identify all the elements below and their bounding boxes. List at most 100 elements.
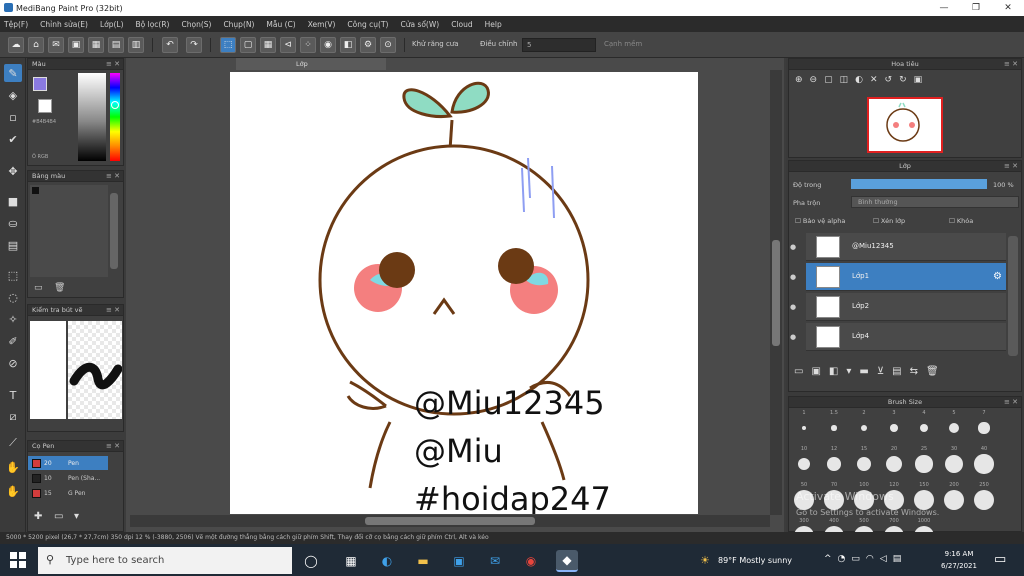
lasso-tool-icon[interactable]: ◌: [4, 288, 22, 306]
brush-size-dot[interactable]: [978, 422, 990, 434]
minimize-button[interactable]: —: [928, 0, 960, 16]
brush-size-menu-icon[interactable]: ≡ ✕: [1004, 397, 1018, 408]
menu-edit[interactable]: Chỉnh sửa(E): [40, 20, 88, 29]
flip-icon[interactable]: ◐: [855, 75, 870, 85]
layer-visibility-icon[interactable]: ●: [790, 333, 796, 341]
brush-name[interactable]: G Pen: [68, 490, 85, 497]
brush-list-menu-icon[interactable]: ≡ ✕: [106, 441, 120, 452]
clipping-checkbox[interactable]: ☐ Xén lớp: [873, 217, 905, 225]
brush-size-dot[interactable]: [890, 424, 898, 432]
layer-row[interactable]: @Miu12345: [806, 233, 1006, 261]
layer-row-selected[interactable]: Lớp1 ⚙: [806, 263, 1006, 291]
tray-network-icon[interactable]: ◔: [838, 554, 852, 564]
notification-icon[interactable]: ▭: [994, 552, 1006, 567]
delete-palette-icon[interactable]: 🗑: [54, 283, 65, 293]
menu-layer[interactable]: Lớp(L): [100, 20, 124, 29]
medibang-taskbar-icon[interactable]: ◆: [556, 550, 578, 572]
palette-menu-icon[interactable]: ≡ ✕: [106, 171, 120, 182]
tray-battery-icon[interactable]: ▭: [851, 554, 866, 564]
close-button[interactable]: ✕: [992, 0, 1024, 16]
tray-wifi-icon[interactable]: ◠: [866, 554, 880, 564]
actual-size-icon[interactable]: ◫: [840, 75, 856, 85]
tray-volume-icon[interactable]: ◁: [880, 554, 893, 564]
brush-name[interactable]: Pen (Sha...: [68, 475, 100, 482]
fill-rect-tool-icon[interactable]: ■: [4, 192, 22, 210]
menu-view[interactable]: Xem(V): [308, 20, 336, 29]
brush-name[interactable]: Pen: [68, 460, 79, 467]
hue-slider[interactable]: [110, 73, 120, 161]
circle-icon[interactable]: ◉: [320, 37, 336, 53]
menu-select[interactable]: Chọn(S): [181, 20, 211, 29]
rotate-left-icon[interactable]: ↺: [885, 75, 900, 85]
select-rect-icon[interactable]: ⬚: [220, 37, 236, 53]
gear-icon[interactable]: ⚙: [360, 37, 376, 53]
hand-tool-icon[interactable]: ✋: [4, 458, 22, 476]
select-pen-icon[interactable]: ✐: [4, 332, 22, 350]
menu-pattern[interactable]: Mẫu (C): [266, 20, 295, 29]
menu-window[interactable]: Cửa sổ(W): [400, 20, 439, 29]
rotate-reset-icon[interactable]: ✕: [870, 75, 885, 85]
select-all-icon[interactable]: ▢: [240, 37, 256, 53]
zoom-tool-icon[interactable]: ✋: [4, 482, 22, 500]
chrome-icon[interactable]: ◉: [520, 550, 542, 572]
layer-settings-icon[interactable]: ⚙: [993, 271, 1002, 282]
layer-visibility-icon[interactable]: ●: [790, 273, 796, 281]
select-eraser-icon[interactable]: ⊘: [4, 354, 22, 372]
menu-filter[interactable]: Bộ lọc(R): [136, 20, 170, 29]
menu-help[interactable]: Help: [485, 20, 502, 29]
rotate-right-icon[interactable]: ↻: [899, 75, 914, 85]
edge-icon[interactable]: ◐: [376, 550, 398, 572]
tray-chevron-icon[interactable]: ^: [824, 554, 838, 564]
panel-menu-icon[interactable]: ≡ ✕: [106, 59, 120, 70]
tray-keyboard-icon[interactable]: ▤: [893, 554, 908, 564]
duplicate-layer-icon[interactable]: ◧: [829, 366, 846, 377]
mail-icon[interactable]: ✉: [484, 550, 506, 572]
layer-visibility-icon[interactable]: ●: [790, 243, 796, 251]
file-explorer-icon[interactable]: ▬: [412, 550, 434, 572]
clock-date[interactable]: 6/27/2021: [938, 562, 980, 570]
divide-tool-icon[interactable]: ⧄: [4, 408, 22, 426]
image-icon[interactable]: ▣: [68, 37, 84, 53]
eyedropper-tool-icon[interactable]: ⟋: [4, 434, 22, 452]
bucket-tool-icon[interactable]: ⛀: [4, 214, 22, 232]
layout-icon[interactable]: ▤: [108, 37, 124, 53]
settings-icon[interactable]: ⊙: [380, 37, 396, 53]
select-tool-icon[interactable]: ⬚: [4, 266, 22, 284]
opacity-slider[interactable]: [851, 179, 987, 189]
eraser-tool-icon[interactable]: ◈: [4, 86, 22, 104]
saturation-picker[interactable]: [78, 73, 106, 161]
widgets-icon[interactable]: ▦: [340, 550, 362, 572]
menu-tools[interactable]: Công cụ(T): [347, 20, 388, 29]
blend-select[interactable]: Bình thường: [851, 196, 1019, 208]
transform-icon[interactable]: ⊲: [280, 37, 296, 53]
menu-snap[interactable]: Chụp(N): [223, 20, 254, 29]
home-icon[interactable]: ⌂: [28, 37, 44, 53]
dots-icon[interactable]: ⁘: [300, 37, 316, 53]
palette-swatches[interactable]: [30, 185, 108, 277]
horizontal-scroll-thumb[interactable]: [365, 517, 535, 525]
text-tool-icon[interactable]: T: [4, 386, 22, 404]
layer-type-icon[interactable]: ▾: [846, 366, 859, 377]
weather-text[interactable]: 89°F Mostly sunny: [718, 556, 792, 565]
brush-size-dot[interactable]: [914, 490, 934, 510]
layer-row[interactable]: Lớp2: [806, 293, 1006, 321]
delete-layer-icon[interactable]: 🗑: [926, 366, 947, 377]
brush-size-dot[interactable]: [915, 455, 933, 473]
brush-settings-icon[interactable]: ▾: [74, 511, 79, 522]
add-brush-icon[interactable]: ✚: [34, 511, 42, 522]
layer-visibility-icon[interactable]: ●: [790, 303, 796, 311]
protect-alpha-checkbox[interactable]: ☐ Bảo vệ alpha: [795, 217, 845, 225]
document-tab[interactable]: Lớp: [236, 58, 386, 70]
antialias-checkbox-label[interactable]: Khử răng cưa: [412, 40, 459, 48]
zoom-out-icon[interactable]: ⊖: [810, 75, 825, 85]
brush-size-dot[interactable]: [974, 454, 994, 474]
brush-size-dot[interactable]: [831, 425, 837, 431]
check-tool-icon[interactable]: ✔: [4, 130, 22, 148]
zoom-in-icon[interactable]: ⊕: [795, 75, 810, 85]
brush-control-menu-icon[interactable]: ≡ ✕: [106, 305, 120, 316]
merge-down-icon[interactable]: ⊻: [877, 366, 892, 377]
brush-tool-icon[interactable]: ✎: [4, 64, 22, 82]
select-grid-icon[interactable]: ▦: [260, 37, 276, 53]
maximize-button[interactable]: ❐: [960, 0, 992, 16]
brush-size-dot[interactable]: [827, 457, 841, 471]
